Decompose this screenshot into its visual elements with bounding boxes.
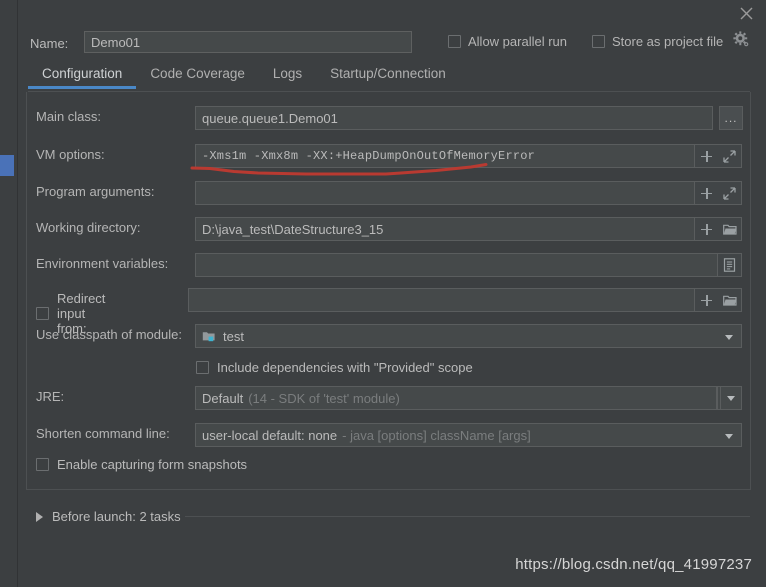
classpath-module-dropdown[interactable]: test — [195, 324, 742, 348]
shorten-command-line-dropdown[interactable]: user-local default: none - java [options… — [195, 423, 742, 447]
environment-variables-label: Environment variables: — [36, 256, 169, 271]
classpath-module-value: test — [223, 328, 244, 344]
jre-dropdown[interactable]: Default (14 - SDK of 'test' module) — [195, 386, 717, 410]
main-class-label: Main class: — [36, 109, 102, 124]
watermark-text: https://blog.csdn.net/qq_41997237 — [515, 556, 752, 573]
checkbox-box — [36, 458, 49, 471]
triangle-right-icon — [36, 511, 43, 522]
redirect-input-browse-button[interactable] — [718, 289, 741, 311]
shorten-command-line-value: user-local default: none — [202, 427, 338, 443]
program-arguments-label: Program arguments: — [36, 184, 155, 199]
environment-variables-buttons — [717, 253, 742, 277]
tab-bar-divider — [28, 91, 750, 92]
enable-form-snapshots-checkbox[interactable]: Enable capturing form snapshots — [36, 457, 247, 472]
close-button[interactable] — [726, 0, 766, 26]
environment-variables-input[interactable] — [195, 253, 718, 277]
program-arguments-macro-button[interactable] — [695, 182, 718, 204]
form-panel-bottom-border — [26, 489, 751, 490]
redirect-input-buttons — [694, 288, 742, 312]
working-directory-label: Working directory: — [36, 220, 141, 235]
before-launch-section[interactable]: Before launch: 2 tasks — [36, 509, 181, 524]
form-panel-left-border — [26, 92, 27, 490]
list-icon — [723, 258, 736, 272]
form-panel-right-border — [750, 92, 751, 490]
jre-value: Default — [202, 390, 244, 406]
store-as-project-file-checkbox[interactable]: Store as project file — [592, 34, 723, 49]
name-row: Name: Allow parallel run Store as projec… — [0, 30, 766, 62]
plus-icon — [701, 223, 712, 235]
main-class-value: queue.queue1.Demo01 — [202, 110, 338, 126]
ellipsis-icon: ... — [724, 111, 738, 125]
shorten-command-line-detail: - java [options] className [args] — [342, 427, 531, 443]
program-arguments-buttons — [694, 181, 742, 205]
program-arguments-expand-button[interactable] — [718, 182, 741, 204]
module-folder-icon — [202, 330, 216, 343]
chevron-down-icon[interactable] — [725, 335, 733, 340]
name-label: Name: — [30, 36, 69, 51]
allow-parallel-run-checkbox[interactable]: Allow parallel run — [448, 34, 567, 49]
store-as-project-file-label: Store as project file — [612, 34, 724, 49]
checkbox-box — [196, 361, 209, 374]
working-directory-input[interactable]: D:\java_test\DateStructure3_15 — [195, 217, 695, 241]
jre-label: JRE: — [36, 389, 65, 404]
main-class-input[interactable]: queue.queue1.Demo01 — [195, 106, 713, 130]
vm-options-value: -Xms1m -Xmx8m -XX:+HeapDumpOnOutOfMemory… — [202, 149, 536, 163]
vm-options-expand-button[interactable] — [718, 145, 741, 167]
plus-icon — [701, 294, 712, 306]
environment-variables-edit-button[interactable] — [718, 254, 741, 276]
tab-bar: Configuration Code Coverage Logs Startup… — [28, 66, 460, 94]
classpath-module-label: Use classpath of module: — [36, 327, 182, 342]
working-directory-value: D:\java_test\DateStructure3_15 — [202, 221, 384, 237]
expand-icon — [723, 149, 736, 163]
checkbox-box — [36, 307, 49, 320]
close-icon — [740, 7, 752, 19]
include-provided-scope-label: Include dependencies with "Provided" sco… — [217, 360, 473, 375]
checkbox-box — [448, 35, 461, 48]
main-class-browse-button[interactable]: ... — [719, 106, 743, 130]
folder-icon — [722, 295, 737, 306]
before-launch-label: Before launch: 2 tasks — [52, 509, 181, 524]
include-provided-scope-checkbox[interactable]: Include dependencies with "Provided" sco… — [196, 360, 473, 375]
jre-value-detail: (14 - SDK of 'test' module) — [248, 390, 400, 406]
vm-options-label: VM options: — [36, 147, 105, 162]
vm-options-macro-button[interactable] — [695, 145, 718, 167]
scrollbar-thumb[interactable] — [0, 155, 14, 176]
working-directory-macro-button[interactable] — [695, 218, 718, 240]
chevron-down-icon[interactable] — [725, 434, 733, 439]
vm-options-buttons — [694, 144, 742, 168]
window-left-divider — [17, 0, 18, 587]
shorten-command-line-label: Shorten command line: — [36, 426, 170, 441]
before-launch-divider — [185, 516, 750, 517]
gear-icon[interactable] — [733, 31, 749, 47]
plus-icon — [701, 187, 712, 199]
chevron-down-icon — [727, 395, 735, 401]
redirect-input-macro-button[interactable] — [695, 289, 718, 311]
enable-form-snapshots-label: Enable capturing form snapshots — [57, 457, 248, 472]
allow-parallel-run-label: Allow parallel run — [468, 34, 567, 49]
plus-icon — [701, 150, 712, 162]
name-input[interactable] — [84, 31, 412, 53]
folder-icon — [722, 224, 737, 235]
tab-logs[interactable]: Logs — [259, 66, 316, 89]
working-directory-browse-button[interactable] — [718, 218, 741, 240]
tab-configuration[interactable]: Configuration — [28, 66, 137, 89]
expand-icon — [723, 186, 736, 200]
working-directory-buttons — [694, 217, 742, 241]
vm-options-input[interactable]: -Xms1m -Xmx8m -XX:+HeapDumpOnOutOfMemory… — [195, 144, 695, 168]
jre-dropdown-arrow[interactable] — [720, 386, 742, 410]
tab-startup-connection[interactable]: Startup/Connection — [316, 66, 460, 89]
tab-code-coverage[interactable]: Code Coverage — [136, 66, 259, 89]
checkbox-box — [592, 35, 605, 48]
redirect-input-field[interactable] — [188, 288, 695, 312]
program-arguments-input[interactable] — [195, 181, 695, 205]
